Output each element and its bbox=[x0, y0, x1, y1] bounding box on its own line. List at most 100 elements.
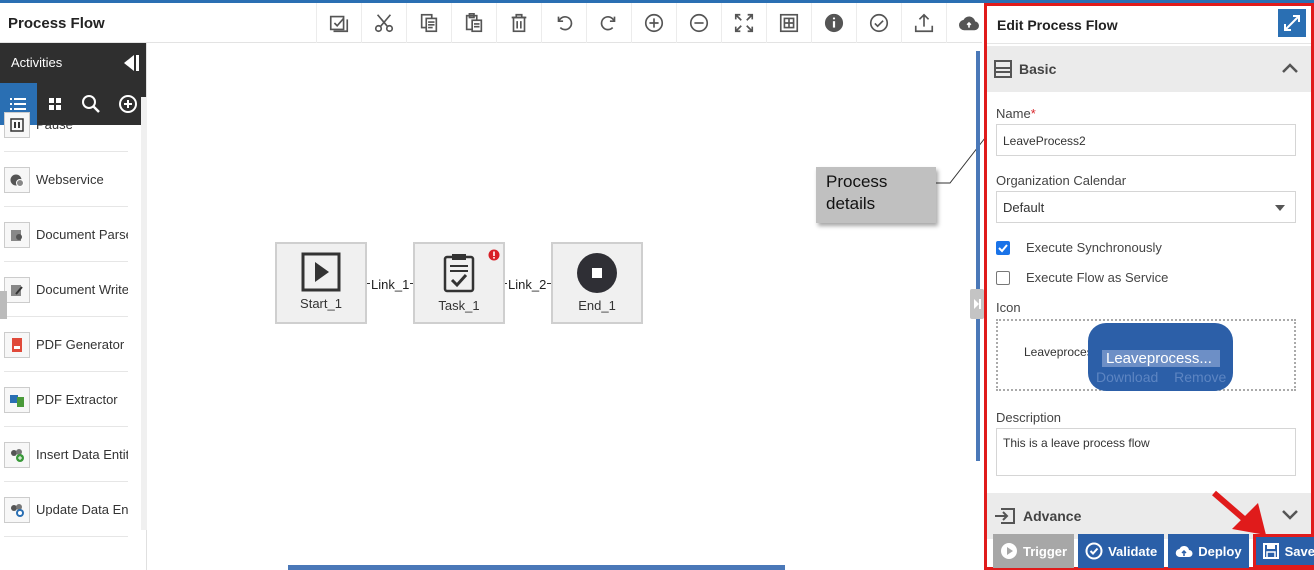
zoom-in-button[interactable] bbox=[631, 3, 676, 43]
activity-list: Pause Webservice Document Parser Documen… bbox=[0, 97, 128, 537]
link-label: Link_2 bbox=[507, 277, 548, 292]
description-label: Description bbox=[996, 410, 1062, 425]
panel-title: Edit Process Flow bbox=[997, 17, 1118, 33]
description-textarea[interactable]: This is a leave process flow bbox=[996, 428, 1296, 476]
canvas-vertical-scrollbar[interactable] bbox=[976, 51, 980, 461]
execute-synchronously-label: Execute Synchronously bbox=[1026, 240, 1162, 255]
panel-header: Edit Process Flow bbox=[987, 6, 1311, 44]
app-root: Process Flow Activities Pause Webservice… bbox=[0, 3, 1314, 570]
left-panel-toggle[interactable] bbox=[0, 291, 7, 319]
pdf-generator-icon bbox=[12, 337, 22, 352]
activity-label: PDF Extractor bbox=[36, 393, 118, 406]
trigger-button[interactable]: Trigger bbox=[993, 534, 1075, 568]
undo-icon bbox=[557, 15, 573, 31]
basic-section-header[interactable]: Basic bbox=[987, 46, 1311, 92]
save-button[interactable]: Save bbox=[1252, 534, 1314, 568]
node-label: Task_1 bbox=[438, 298, 480, 313]
execute-synchronously-checkbox[interactable] bbox=[996, 240, 1010, 255]
execute-flow-as-service-label: Execute Flow as Service bbox=[1026, 270, 1169, 285]
execute-synchronously-row: Execute Synchronously bbox=[996, 240, 1162, 255]
toolbar bbox=[316, 3, 991, 43]
node-label: End_1 bbox=[578, 298, 616, 313]
deploy-button[interactable]: Deploy bbox=[1168, 534, 1249, 568]
validate-button[interactable]: Validate bbox=[1078, 534, 1165, 568]
document-parser-icon bbox=[11, 229, 22, 241]
info-button[interactable] bbox=[811, 3, 856, 43]
activity-pdf-generator[interactable]: PDF Generator bbox=[0, 317, 128, 372]
activity-pause[interactable]: Pause bbox=[0, 97, 128, 152]
activity-pdf-extractor[interactable]: PDF Extractor bbox=[0, 372, 128, 427]
activity-label: Insert Data Entity bbox=[36, 448, 128, 461]
redo-icon bbox=[600, 15, 616, 31]
sidebar-scrollbar[interactable] bbox=[141, 97, 147, 530]
icon-upload-area[interactable]: Leaveprocess Leaveprocess... Download Re… bbox=[996, 319, 1296, 391]
editor-header: Process Flow bbox=[0, 3, 982, 43]
execute-flow-as-service-checkbox[interactable] bbox=[996, 270, 1010, 285]
canvas-horizontal-scrollbar[interactable] bbox=[288, 565, 785, 570]
copy-button[interactable] bbox=[406, 3, 451, 43]
flow-node-end[interactable]: End_1 bbox=[551, 242, 643, 324]
paste-button[interactable] bbox=[451, 3, 496, 43]
activity-insert-data-entity[interactable]: Insert Data Entity bbox=[0, 427, 128, 482]
panel-action-bar: Trigger Validate Deploy Save bbox=[993, 534, 1314, 568]
expand-panel-button[interactable] bbox=[1278, 9, 1306, 37]
checkmark-icon bbox=[998, 243, 1008, 252]
delete-button[interactable] bbox=[496, 3, 541, 43]
activity-label: Update Data Entity bbox=[36, 503, 128, 516]
name-label: Name* bbox=[996, 106, 1036, 121]
stop-icon bbox=[577, 253, 617, 293]
select-all-icon bbox=[329, 15, 349, 33]
icon-filename: Leaveprocess bbox=[1024, 345, 1094, 359]
task-clipboard-icon bbox=[443, 254, 475, 293]
document-writer-icon bbox=[11, 284, 23, 296]
cut-button[interactable] bbox=[361, 3, 406, 43]
upload-icon bbox=[914, 13, 934, 33]
organization-calendar-label: Organization Calendar bbox=[996, 173, 1127, 188]
webservice-gear-icon bbox=[10, 174, 24, 187]
fit-screen-button[interactable] bbox=[721, 3, 766, 43]
flow-node-start[interactable]: Start_1 bbox=[275, 242, 367, 324]
activity-update-data-entity[interactable]: Update Data Entity bbox=[0, 482, 128, 537]
zoom-out-button[interactable] bbox=[676, 3, 721, 43]
organization-calendar-select[interactable]: Default bbox=[996, 191, 1296, 223]
chevron-down-icon bbox=[1282, 510, 1298, 520]
cloud-upload-icon bbox=[1175, 545, 1193, 558]
execute-flow-as-service-row: Execute Flow as Service bbox=[996, 270, 1168, 285]
undo-button[interactable] bbox=[541, 3, 586, 43]
dropdown-caret-icon bbox=[1275, 205, 1285, 211]
zoom-in-icon bbox=[644, 13, 664, 33]
icon-remove-link[interactable]: Remove bbox=[1174, 369, 1226, 385]
activity-document-parser[interactable]: Document Parser bbox=[0, 207, 128, 262]
activity-label: Document Writer bbox=[36, 283, 128, 296]
cloud-icon bbox=[959, 16, 979, 31]
activity-label: PDF Generator bbox=[36, 338, 125, 351]
cut-icon bbox=[374, 14, 394, 33]
collapse-sidebar-icon[interactable] bbox=[122, 53, 140, 73]
red-pointer-arrow bbox=[1212, 490, 1266, 535]
flow-node-task[interactable]: Task_1 bbox=[413, 242, 505, 324]
redo-button[interactable] bbox=[586, 3, 631, 43]
advance-section-icon bbox=[995, 508, 1015, 524]
expand-arrows-icon bbox=[1284, 15, 1300, 31]
activity-label: Pause bbox=[36, 118, 73, 131]
play-icon bbox=[301, 252, 341, 292]
form-section-icon bbox=[994, 60, 1012, 78]
info-icon bbox=[824, 13, 844, 33]
delete-icon bbox=[511, 13, 527, 33]
update-data-entity-icon bbox=[11, 503, 24, 517]
activity-webservice[interactable]: Webservice bbox=[0, 152, 128, 207]
select-all-button[interactable] bbox=[316, 3, 361, 43]
upload-button[interactable] bbox=[901, 3, 946, 43]
validate-toolbar-button[interactable] bbox=[856, 3, 901, 43]
save-icon bbox=[1262, 543, 1279, 559]
calendar-selected-value: Default bbox=[1003, 200, 1045, 215]
icon-label: Icon bbox=[996, 300, 1021, 315]
activity-document-writer[interactable]: Document Writer bbox=[0, 262, 128, 317]
grid-button[interactable] bbox=[766, 3, 811, 43]
right-panel-toggle[interactable] bbox=[970, 289, 984, 319]
icon-download-link[interactable]: Download bbox=[1096, 369, 1158, 385]
callout-text: Process details bbox=[826, 172, 888, 213]
expand-right-icon bbox=[974, 299, 981, 309]
name-input[interactable]: LeaveProcess2 bbox=[996, 124, 1296, 156]
node-label: Start_1 bbox=[300, 296, 342, 311]
